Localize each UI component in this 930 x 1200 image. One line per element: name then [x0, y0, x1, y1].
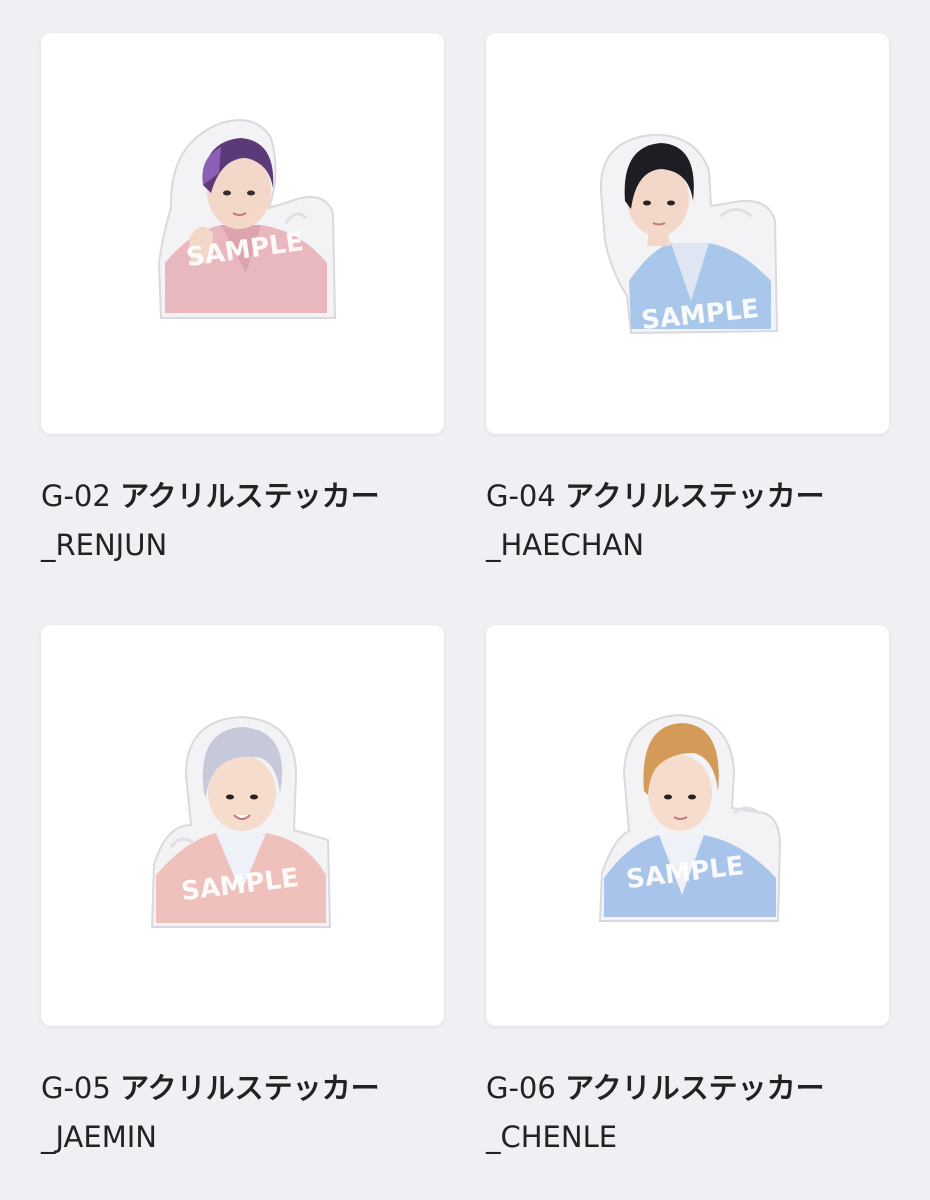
product-title[interactable]: G-05 アクリルステッカー _JAEMIN [41, 1064, 444, 1162]
product-code: G-02 [41, 479, 111, 513]
product-code: G-04 [486, 479, 556, 513]
product-grid: SAMPLE G-02 アクリルステッカー _RENJUN SAMPLE G-0… [41, 33, 889, 1162]
acrylic-sticker-photo: SAMPLE [150, 715, 332, 928]
product-card[interactable]: SAMPLE G-06 アクリルステッカー _CHENLE [486, 625, 889, 1162]
product-card[interactable]: SAMPLE G-05 アクリルステッカー _JAEMIN [41, 625, 444, 1162]
acrylic-sticker-photo: SAMPLE [598, 713, 782, 922]
product-image[interactable]: SAMPLE [486, 625, 889, 1026]
product-member: _HAECHAN [486, 528, 645, 562]
product-name: アクリルステッカー [120, 1071, 380, 1105]
product-image[interactable]: SAMPLE [486, 33, 889, 434]
product-name: アクリルステッカー [565, 1071, 825, 1105]
product-image[interactable]: SAMPLE [41, 625, 444, 1026]
product-member: _RENJUN [41, 528, 168, 562]
product-member: _JAEMIN [41, 1120, 157, 1154]
product-card[interactable]: SAMPLE G-04 アクリルステッカー _HAECHAN [486, 33, 889, 570]
product-code: G-05 [41, 1071, 111, 1105]
product-name: アクリルステッカー [565, 479, 825, 513]
acrylic-sticker-photo: SAMPLE [157, 119, 337, 319]
product-code: G-06 [486, 1071, 556, 1105]
product-image[interactable]: SAMPLE [41, 33, 444, 434]
product-title[interactable]: G-06 アクリルステッカー _CHENLE [486, 1064, 889, 1162]
product-name: アクリルステッカー [120, 479, 380, 513]
acrylic-sticker-photo: SAMPLE [599, 133, 779, 336]
product-card[interactable]: SAMPLE G-02 アクリルステッカー _RENJUN [41, 33, 444, 570]
product-member: _CHENLE [486, 1120, 618, 1154]
product-title[interactable]: G-04 アクリルステッカー _HAECHAN [486, 472, 889, 570]
product-title[interactable]: G-02 アクリルステッカー _RENJUN [41, 472, 444, 570]
